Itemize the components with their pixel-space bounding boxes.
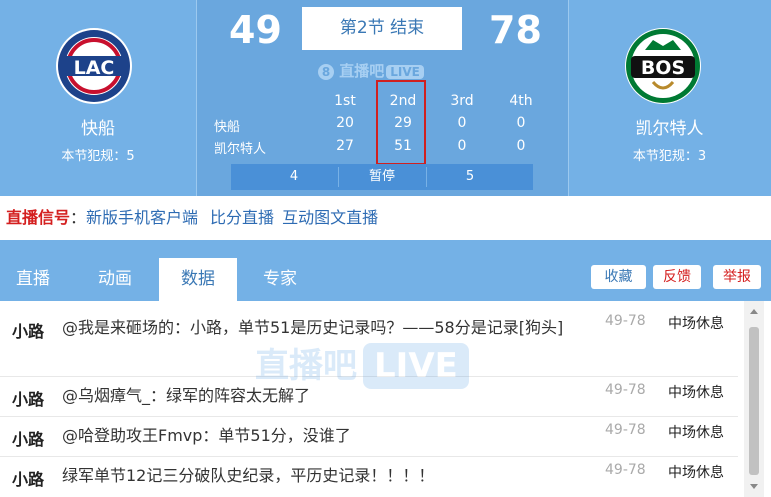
feedback-button[interactable]: 反馈	[653, 265, 701, 289]
scroll-down-icon[interactable]	[750, 484, 758, 489]
home-row-label: 快船	[214, 120, 241, 135]
live-badge: LIVE	[386, 65, 424, 79]
divider	[568, 0, 569, 196]
list-item: 小路 @哈登助攻王Fmvp：单节51分，没谁了 49-78 中场休息	[0, 416, 738, 457]
quarter-header: 4th	[509, 93, 533, 109]
brand-logo-icon: 8	[318, 63, 334, 80]
home-q4-score: 0	[516, 115, 526, 131]
comment-text: 绿军单节12记三分破队史纪录，平历史记录！！！！	[62, 466, 435, 485]
scroll-up-icon[interactable]	[750, 309, 758, 314]
away-q3-score: 0	[457, 138, 467, 154]
scrollbar-thumb[interactable]	[749, 327, 759, 475]
comment-author: 小路	[12, 470, 45, 489]
away-team-fouls: 本节犯规：3	[632, 149, 707, 164]
signal-label: 直播信号	[6, 208, 71, 227]
celtics-logo[interactable]: BOS	[625, 28, 701, 104]
celtics-logo-icon: BOS	[626, 29, 700, 103]
comment-list: 小路 @我是来砸场的：小路，单节51是历史记录吗？——58分是记录[狗头] 49…	[0, 301, 740, 497]
signal-link-mobile[interactable]: 新版手机客户端	[86, 208, 198, 227]
scrollbar[interactable]	[744, 301, 764, 497]
home-q1-score: 20	[336, 115, 354, 131]
list-item: 小路 绿军单节12记三分破队史纪录，平历史记录！！！！ 49-78 中场休息	[0, 456, 738, 497]
comment-status: 中场休息	[668, 465, 724, 481]
away-q1-score: 27	[336, 138, 354, 154]
list-item: 小路 @我是来砸场的：小路，单节51是历史记录吗？——58分是记录[狗头] 49…	[0, 301, 738, 377]
comment-author: 小路	[12, 322, 45, 341]
timeout-bar: 4 暂停 5	[231, 164, 533, 190]
collect-button[interactable]: 收藏	[591, 265, 646, 289]
comment-score: 49-78	[605, 382, 646, 398]
comment-score: 49-78	[605, 462, 646, 478]
comment-status: 中场休息	[668, 316, 724, 332]
comment-text: @乌烟瘴气_：绿军的阵容太无解了	[62, 386, 311, 405]
comment-text: @哈登助攻王Fmvp：单节51分，没谁了	[62, 426, 351, 445]
live-signal-bar: 直播信号：新版手机客户端 比分直播 互动图文直播	[0, 196, 761, 240]
comment-text: @我是来砸场的：小路，单节51是历史记录吗？——58分是记录[狗头]	[62, 318, 564, 337]
away-row-label: 凯尔特人	[214, 142, 267, 157]
tab-live[interactable]: 直播	[0, 258, 66, 301]
comment-author: 小路	[12, 430, 45, 449]
tab-expert[interactable]: 专家	[245, 258, 315, 301]
comment-status: 中场休息	[668, 425, 724, 441]
home-logo-abbr: LAC	[74, 57, 115, 79]
away-score: 78	[489, 8, 542, 52]
signal-link-score[interactable]: 比分直播	[210, 208, 274, 227]
signal-colon: ：	[70, 208, 87, 227]
away-team-name: 凯尔特人	[635, 119, 704, 139]
report-button[interactable]: 举报	[713, 265, 761, 289]
list-item: 小路 @乌烟瘴气_：绿军的阵容太无解了 49-78 中场休息	[0, 376, 738, 417]
away-q4-score: 0	[516, 138, 526, 154]
divider	[196, 0, 197, 196]
clippers-logo[interactable]: LAC	[56, 28, 132, 104]
tab-animation[interactable]: 动画	[80, 258, 150, 301]
signal-link-text-live[interactable]: 互动图文直播	[282, 208, 378, 227]
home-score: 49	[229, 8, 282, 52]
game-status: 第2节 结束	[302, 7, 462, 50]
tab-data[interactable]: 数据	[159, 258, 237, 301]
home-team-fouls: 本节犯规：5	[61, 149, 135, 164]
brand-name: 直播吧	[339, 62, 385, 80]
tab-bar: 直播 动画 数据 专家 收藏 反馈 举报	[0, 240, 771, 301]
away-timeouts: 5	[465, 169, 475, 184]
home-q3-score: 0	[457, 115, 467, 131]
away-logo-abbr: BOS	[641, 57, 685, 79]
quarter-header: 1st	[334, 93, 356, 109]
home-team-name: 快船	[81, 119, 115, 139]
brand-watermark: 8 直播吧 LIVE	[318, 60, 424, 81]
quarter-header: 3rd	[450, 93, 474, 109]
comment-score: 49-78	[605, 313, 646, 329]
comment-author: 小路	[12, 390, 45, 409]
highlight-box	[376, 80, 426, 165]
clippers-logo-icon: LAC	[58, 30, 130, 102]
timeout-label: 暂停	[368, 169, 395, 184]
comment-status: 中场休息	[668, 385, 724, 401]
comment-score: 49-78	[605, 422, 646, 438]
